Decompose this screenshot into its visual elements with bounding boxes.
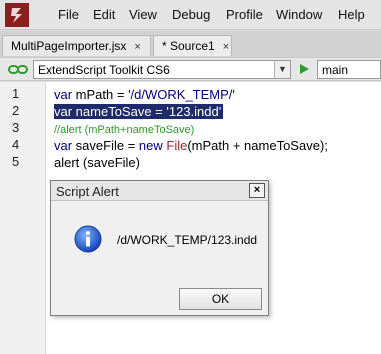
code-token: mPath = — [72, 87, 129, 102]
code-token: //alert (mPath+nameToSave) — [54, 124, 195, 136]
play-icon[interactable] — [297, 62, 311, 76]
line-number: 1 — [12, 86, 20, 101]
chevron-down-icon[interactable]: ▼ — [274, 61, 290, 78]
menu-edit[interactable]: Edit — [93, 7, 115, 22]
code-token: var — [54, 138, 73, 153]
code-text: alert (saveFile) — [54, 155, 140, 170]
document-tab-bar: MultiPageImporter.jsx × * Source1 × — [0, 31, 381, 57]
code-line[interactable]: //alert (mPath+nameToSave) — [54, 120, 194, 137]
code-text: var saveFile = new File(mPath + nameToSa… — [54, 138, 328, 153]
code-line[interactable]: alert (saveFile) — [54, 154, 140, 171]
tab-source1[interactable]: * Source1 × — [153, 35, 232, 56]
tab-multipageimporter[interactable]: MultiPageImporter.jsx × — [2, 35, 151, 56]
tab-label: * Source1 — [162, 39, 215, 53]
code-text: var mPath = '/d/WORK_TEMP/' — [54, 87, 235, 102]
line-number: 4 — [12, 137, 20, 152]
dialog-title: Script Alert — [56, 184, 119, 199]
code-token: var — [54, 87, 73, 102]
menu-debug[interactable]: Debug — [172, 7, 210, 22]
dialog-title-bar[interactable]: Script Alert × — [51, 181, 268, 201]
menu-view[interactable]: View — [129, 7, 157, 22]
code-token: alert (saveFile) — [54, 155, 140, 170]
code-token: (mPath + nameToSave); — [187, 138, 328, 153]
menu-file[interactable]: File — [58, 7, 79, 22]
engine-select[interactable]: main — [317, 60, 381, 79]
selected-code-text: var nameToSave = '123.indd' — [54, 104, 224, 119]
ok-button[interactable]: OK — [179, 288, 262, 310]
menu-help[interactable]: Help — [338, 7, 365, 22]
script-alert-dialog: Script Alert × /d/WORK_TEMP/123.indd OK — [50, 180, 269, 316]
code-token: '123.indd' — [166, 104, 222, 119]
menu-window[interactable]: Window — [276, 7, 322, 22]
line-number-gutter: 1 2 3 4 5 — [0, 82, 46, 354]
estk-logo-icon[interactable] — [3, 1, 31, 29]
code-line[interactable]: var saveFile = new File(mPath + nameToSa… — [54, 137, 328, 154]
close-icon[interactable]: × — [134, 41, 140, 53]
engine-value: main — [322, 63, 349, 77]
close-icon[interactable]: × — [223, 41, 229, 53]
line-number: 2 — [12, 103, 20, 118]
menu-profile[interactable]: Profile — [226, 7, 263, 22]
tab-label: MultiPageImporter.jsx — [11, 39, 127, 53]
code-line[interactable]: var nameToSave = '123.indd' — [54, 103, 224, 120]
dialog-message: /d/WORK_TEMP/123.indd — [117, 233, 258, 247]
line-number: 5 — [12, 154, 20, 169]
toolbar: ExtendScript Toolkit CS6 ▼ main — [0, 57, 381, 81]
target-application-select[interactable]: ExtendScript Toolkit CS6 ▼ — [33, 60, 291, 79]
code-token: saveFile = — [72, 138, 139, 153]
code-token: var — [54, 104, 73, 119]
info-icon — [74, 225, 102, 253]
menu-bar: File Edit View Debug Profile Window Help — [0, 0, 381, 30]
code-token: File — [166, 138, 188, 153]
code-token: '/d/WORK_TEMP/' — [128, 87, 235, 102]
code-text: //alert (mPath+nameToSave) — [54, 121, 194, 136]
target-application-value: ExtendScript Toolkit CS6 — [38, 63, 170, 77]
line-number: 3 — [12, 120, 20, 135]
code-line[interactable]: var mPath = '/d/WORK_TEMP/' — [54, 86, 235, 103]
link-icon[interactable] — [8, 64, 28, 75]
code-token: new — [138, 138, 163, 153]
code-token: nameToSave = — [72, 104, 167, 119]
close-icon[interactable]: × — [249, 183, 265, 198]
